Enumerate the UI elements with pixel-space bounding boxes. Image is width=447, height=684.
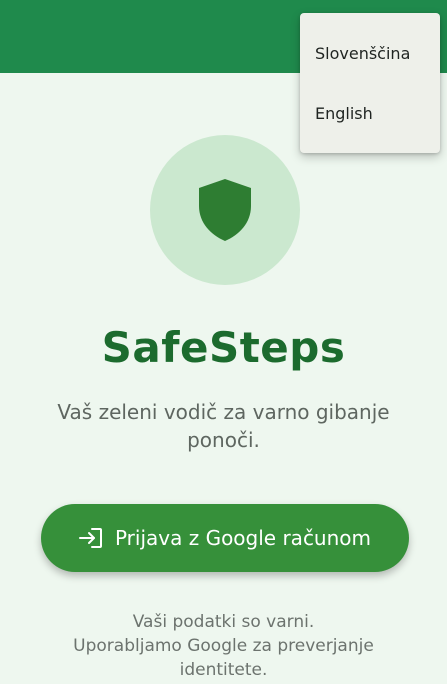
language-option-english[interactable]: English	[315, 104, 373, 123]
google-login-label: Prijava z Google računom	[114, 526, 372, 550]
app-tagline: Vaš zeleni vodič za varno gibanje ponoči…	[57, 400, 390, 452]
language-menu: Slovenščina English	[300, 13, 440, 153]
app-title: SafeSteps	[101, 323, 346, 372]
login-icon	[78, 527, 103, 549]
language-option-slovenscina[interactable]: Slovenščina	[315, 44, 410, 63]
hero-logo-circle	[150, 135, 300, 285]
privacy-note-line-1: Vaši podatki so varni.	[132, 612, 315, 632]
google-login-button[interactable]: Prijava z Google računom	[41, 504, 409, 572]
privacy-note-line-2: Uporabljamo Google za preverjanje identi…	[73, 636, 374, 680]
privacy-note: Vaši podatki so varni. Uporabljamo Googl…	[30, 610, 417, 682]
shield-icon	[199, 179, 251, 241]
